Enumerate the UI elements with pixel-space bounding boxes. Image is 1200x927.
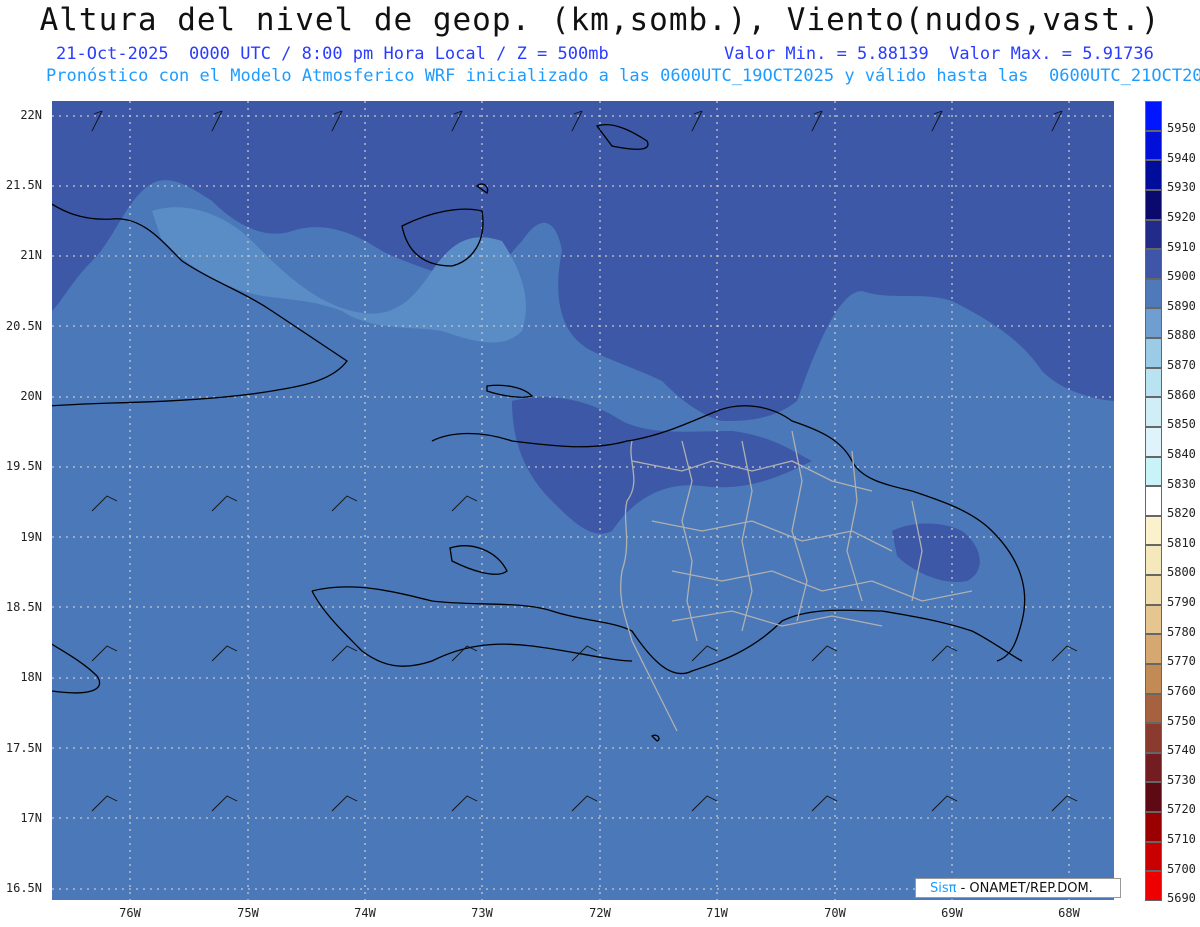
colorbar-label: 5690 [1167, 891, 1196, 906]
lat-label: 21.5N [5, 178, 42, 192]
colorbar-label: 5720 [1167, 802, 1196, 817]
colorbar-swatch [1145, 841, 1162, 872]
colorbar-label: 5870 [1167, 358, 1196, 373]
colorbar-label: 5840 [1167, 446, 1196, 461]
colorbar-swatch [1145, 723, 1162, 753]
lat-label: 17N [20, 811, 42, 825]
lon-label: 68W [1058, 906, 1080, 920]
lat-label: 17.5N [5, 741, 42, 755]
lon-label: 76W [119, 906, 141, 920]
colorbar-swatch [1145, 871, 1162, 901]
credit-brand: Sisπ [930, 881, 957, 896]
colorbar-label: 5820 [1167, 506, 1196, 521]
lon-label: 69W [941, 906, 963, 920]
colorbar-label: 5750 [1167, 713, 1196, 728]
value-range: Valor Min. = 5.88139 Valor Max. = 5.9173… [724, 44, 1154, 64]
colorbar-label: 5910 [1167, 239, 1196, 254]
lon-label: 75W [237, 906, 259, 920]
colorbar-swatch [1145, 456, 1162, 487]
colorbar-label: 5790 [1167, 595, 1196, 610]
colorbar-swatch [1145, 160, 1162, 190]
lat-label: 19.5N [5, 459, 42, 473]
lat-label: 20N [20, 389, 42, 403]
colorbar-swatch [1145, 101, 1162, 131]
lon-label: 74W [354, 906, 376, 920]
colorbar-swatch [1145, 752, 1162, 783]
colorbar-swatch [1145, 693, 1162, 724]
colorbar-swatch [1145, 782, 1162, 813]
model-info: Pronóstico con el Modelo Atmosferico WRF… [46, 66, 1200, 86]
colorbar-swatch [1145, 249, 1162, 279]
colorbar-swatch [1145, 545, 1162, 576]
credit-box: Sisπ - ONAMET/REP.DOM. [915, 878, 1121, 898]
colorbar-swatch [1145, 634, 1162, 664]
colorbar-label: 5900 [1167, 269, 1196, 284]
lat-label: 22N [20, 108, 42, 122]
lat-label: 16.5N [5, 881, 42, 895]
credit-text: - ONAMET/REP.DOM. [960, 881, 1093, 896]
lon-label: 71W [706, 906, 728, 920]
lat-label: 21N [20, 248, 42, 262]
colorbar-swatch [1145, 663, 1162, 694]
colorbar-swatch [1145, 219, 1162, 250]
colorbar-swatch [1145, 189, 1162, 220]
colorbar-label: 5700 [1167, 861, 1196, 876]
colorbar-label: 5880 [1167, 328, 1196, 343]
colorbar-swatch [1145, 308, 1162, 339]
lon-label: 70W [824, 906, 846, 920]
lon-label: 73W [471, 906, 493, 920]
lat-label: 19N [20, 530, 42, 544]
colorbar-label: 5800 [1167, 565, 1196, 580]
colorbar-swatch [1145, 604, 1162, 635]
lat-label: 18N [20, 670, 42, 684]
valid-time: 21-Oct-2025 0000 UTC / 8:00 pm Hora Loca… [56, 44, 609, 64]
colorbar-label: 5950 [1167, 121, 1196, 135]
colorbar-label: 5740 [1167, 743, 1196, 758]
lat-label: 20.5N [5, 319, 42, 333]
colorbar-label: 5940 [1167, 150, 1196, 165]
colorbar-swatch [1145, 812, 1162, 842]
colorbar-swatch [1145, 575, 1162, 605]
lat-label: 18.5N [5, 600, 42, 614]
colorbar-swatch [1145, 367, 1162, 398]
lon-label: 72W [589, 906, 611, 920]
colorbar-label: 5860 [1167, 387, 1196, 402]
colorbar-label: 5830 [1167, 476, 1196, 491]
colorbar-label: 5760 [1167, 683, 1196, 698]
colorbar-swatch [1145, 130, 1162, 161]
colorbar-label: 5930 [1167, 180, 1196, 195]
colorbar-swatch [1145, 397, 1162, 427]
colorbar-label: 5770 [1167, 654, 1196, 669]
colorbar-swatch [1145, 426, 1162, 457]
colorbar-label: 5810 [1167, 535, 1196, 550]
colorbar-swatch [1145, 486, 1162, 516]
colorbar-swatch [1145, 515, 1162, 546]
map-title: Altura del nivel de geop. (km,somb.), Vi… [39, 2, 1161, 38]
colorbar-label: 5850 [1167, 417, 1196, 432]
colorbar-swatch [1145, 278, 1162, 309]
colorbar [1145, 101, 1162, 901]
colorbar-swatch [1145, 338, 1162, 368]
colorbar-label: 5780 [1167, 624, 1196, 639]
colorbar-label: 5710 [1167, 832, 1196, 847]
map-area [52, 101, 1114, 900]
colorbar-label: 5920 [1167, 209, 1196, 224]
colorbar-label: 5730 [1167, 772, 1196, 787]
colorbar-label: 5890 [1167, 298, 1196, 313]
